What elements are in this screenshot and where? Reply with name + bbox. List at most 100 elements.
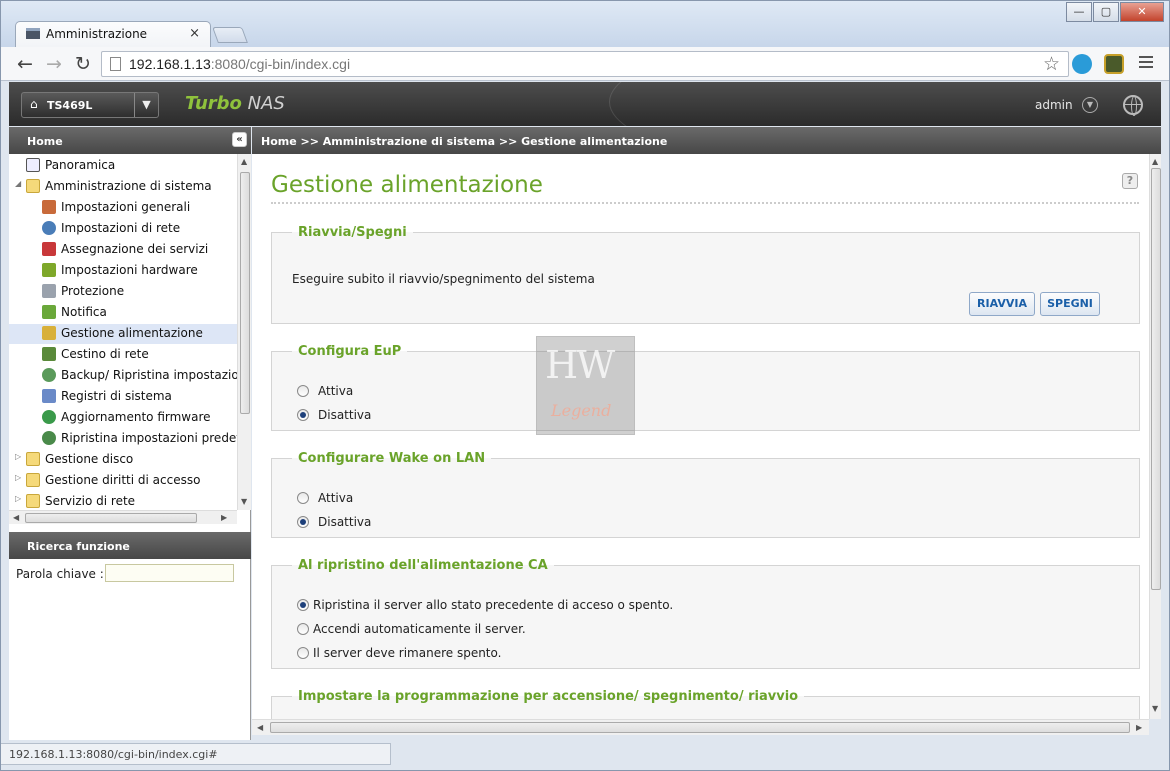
reload-icon[interactable]: ↻	[71, 52, 95, 76]
scrollbar-thumb[interactable]	[270, 722, 1130, 733]
security-icon	[42, 284, 56, 298]
brand-logo: Turbo NAS	[185, 93, 285, 114]
main-content: Gestione alimentazione ? Riavvia/Spegni …	[252, 154, 1149, 719]
radio-button-selected[interactable]	[297, 409, 309, 421]
radio-button-selected[interactable]	[297, 599, 309, 611]
status-bar: 192.168.1.13:8080/cgi-bin/index.cgi#	[1, 743, 391, 765]
sidebar-item-registri[interactable]: Registri di sistema	[9, 387, 237, 407]
scrollbar-thumb[interactable]	[240, 172, 250, 414]
scroll-right-icon[interactable]: ▶	[1136, 723, 1142, 732]
sidebar-item-assegnazione-servizi[interactable]: Assegnazione dei servizi	[9, 240, 237, 260]
skype-extension-icon[interactable]	[1072, 54, 1092, 74]
browser-tab[interactable]: Amministrazione ×	[15, 21, 211, 47]
radio-button[interactable]	[297, 492, 309, 504]
restore-icon	[42, 431, 56, 445]
folder-icon	[26, 494, 40, 508]
power-icon	[42, 326, 56, 340]
radio-button[interactable]	[297, 647, 309, 659]
schedule-legend: Impostare la programmazione per accensio…	[298, 689, 799, 704]
scrollbar-thumb[interactable]	[25, 513, 197, 523]
back-icon[interactable]: ←	[13, 52, 37, 76]
scroll-right-icon[interactable]: ▶	[221, 513, 227, 522]
help-icon[interactable]: ?	[1122, 173, 1138, 189]
sidebar-item-firmware[interactable]: Aggiornamento firmware	[9, 408, 237, 428]
sidebar-item-protezione[interactable]: Protezione	[9, 282, 237, 302]
user-menu-icon[interactable]: ▼	[1082, 97, 1098, 113]
network-icon	[42, 221, 56, 235]
forward-icon[interactable]: →	[42, 52, 66, 76]
speed-extension-icon[interactable]	[1104, 54, 1124, 74]
search-input[interactable]	[105, 564, 234, 582]
sidebar-item-gestione-disco[interactable]: ▷ Gestione disco	[9, 450, 237, 470]
collapsed-triangle-icon[interactable]: ▷	[15, 452, 21, 461]
device-selector[interactable]: ⌂ TS469L ▼	[21, 92, 159, 118]
restart-section: Riavvia/Spegni Eseguire subito il riavvi…	[271, 225, 1140, 324]
tab-close-icon[interactable]: ×	[189, 26, 200, 41]
folder-open-icon	[26, 179, 40, 193]
sidebar-item-amministrazione[interactable]: ◢ Amministrazione di sistema	[9, 177, 237, 197]
sidebar-item-diritti-accesso[interactable]: ▷ Gestione diritti di accesso	[9, 471, 237, 491]
watermark-logo: HW Legend	[536, 336, 635, 435]
sidebar-item-impostazioni-hardware[interactable]: Impostazioni hardware	[9, 261, 237, 281]
scroll-up-icon[interactable]: ▲	[241, 157, 247, 166]
sidebar-item-panoramica[interactable]: Panoramica	[9, 156, 237, 176]
minimize-button[interactable]: —	[1066, 2, 1092, 22]
eup-section: Configura EuP Attiva Disattiva	[271, 344, 1140, 431]
radio-button[interactable]	[297, 385, 309, 397]
chevron-down-icon[interactable]: ▼	[134, 93, 158, 117]
address-bar[interactable]: 192.168.1.13:8080/cgi-bin/index.cgi ☆	[101, 51, 1069, 77]
close-window-button[interactable]: ✕	[1120, 2, 1164, 22]
sidebar-item-notifica[interactable]: Notifica	[9, 303, 237, 323]
collapsed-triangle-icon[interactable]: ▷	[15, 473, 21, 482]
firmware-icon	[42, 410, 56, 424]
ac-restore-legend: Al ripristino dell'alimentazione CA	[298, 558, 548, 573]
sidebar-item-gestione-alimentazione[interactable]: Gestione alimentazione	[9, 324, 237, 344]
sidebar: Home « Panoramica ◢ Amministrazione di s…	[9, 127, 251, 740]
language-globe-icon[interactable]	[1123, 95, 1143, 116]
main-hscrollbar[interactable]: ◀ ▶	[252, 719, 1149, 735]
browser-titlebar: Amministrazione × — ▢ ✕	[1, 1, 1169, 47]
page-title: Gestione alimentazione	[271, 172, 543, 198]
shutdown-button[interactable]: SPEGNI	[1040, 292, 1100, 316]
scroll-down-icon[interactable]: ▼	[241, 497, 247, 506]
tab-title: Amministrazione	[46, 27, 148, 41]
nas-header: ⌂ TS469L ▼ Turbo NAS admin ▼	[9, 82, 1161, 126]
restart-description: Eseguire subito il riavvio/spegnimento d…	[292, 272, 595, 286]
radio-button[interactable]	[297, 623, 309, 635]
main-scrollbar[interactable]: ▲ ▼	[1149, 154, 1161, 719]
title-divider	[271, 202, 1139, 204]
sidebar-item-backup[interactable]: Backup/ Ripristina impostazion	[9, 366, 237, 386]
schedule-section: Impostare la programmazione per accensio…	[271, 689, 1140, 719]
scroll-down-icon[interactable]: ▼	[1152, 704, 1158, 713]
sidebar-hscrollbar[interactable]: ◀ ▶	[9, 510, 237, 524]
scroll-left-icon[interactable]: ◀	[257, 723, 263, 732]
collapse-icon[interactable]: «	[232, 132, 247, 147]
sidebar-item-impostazioni-rete[interactable]: Impostazioni di rete	[9, 219, 237, 239]
sidebar-item-impostazioni-generali[interactable]: Impostazioni generali	[9, 198, 237, 218]
restart-button[interactable]: RIAVVIA	[969, 292, 1035, 316]
user-name[interactable]: admin	[1035, 98, 1073, 112]
new-tab-button[interactable]	[212, 27, 248, 43]
radio-button-selected[interactable]	[297, 516, 309, 528]
scroll-left-icon[interactable]: ◀	[13, 513, 19, 522]
menu-icon[interactable]	[1139, 56, 1153, 70]
bookmark-star-icon[interactable]: ☆	[1043, 53, 1060, 75]
ac-restore-section: Al ripristino dell'alimentazione CA Ripr…	[271, 558, 1140, 669]
scrollbar-thumb[interactable]	[1151, 168, 1161, 590]
logs-icon	[42, 389, 56, 403]
expanded-triangle-icon[interactable]: ◢	[15, 179, 21, 188]
navigation-tree: Panoramica ◢ Amministrazione di sistema …	[9, 154, 237, 510]
maximize-button[interactable]: ▢	[1093, 2, 1119, 22]
collapsed-triangle-icon[interactable]: ▷	[15, 494, 21, 503]
sidebar-item-ripristina[interactable]: Ripristina impostazioni predefir	[9, 429, 237, 449]
address-url[interactable]: 192.168.1.13:8080/cgi-bin/index.cgi	[129, 56, 350, 72]
sidebar-scrollbar[interactable]: ▲ ▼	[237, 154, 251, 510]
sidebar-title: Home	[27, 135, 63, 148]
sidebar-item-servizio-rete[interactable]: ▷ Servizio di rete	[9, 492, 237, 510]
page-icon	[110, 57, 121, 71]
scroll-up-icon[interactable]: ▲	[1152, 157, 1158, 166]
backup-icon	[42, 368, 56, 382]
search-row: Parola chiave :	[9, 563, 251, 587]
sidebar-item-cestino-rete[interactable]: Cestino di rete	[9, 345, 237, 365]
services-icon	[42, 242, 56, 256]
